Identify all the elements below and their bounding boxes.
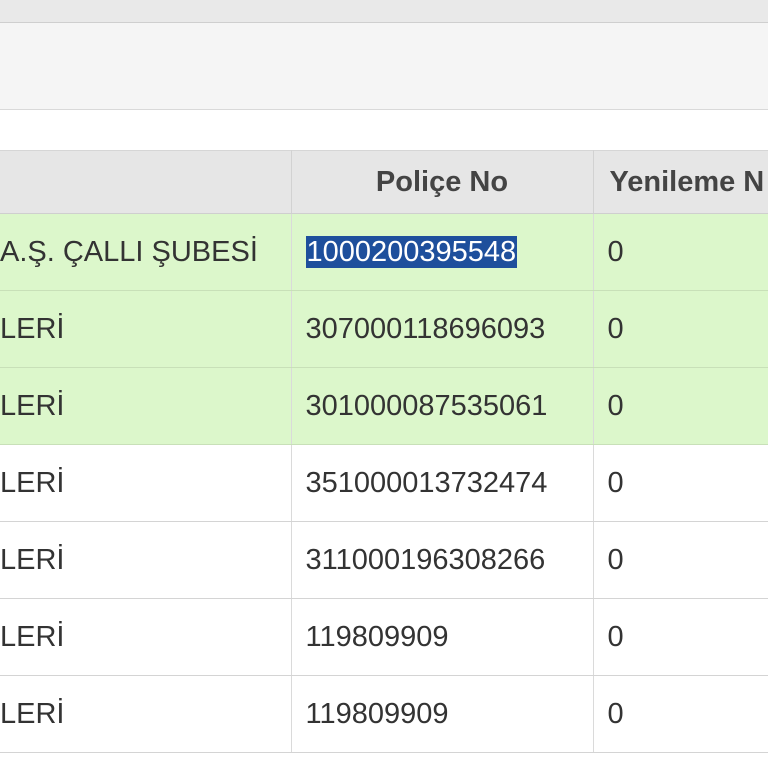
cell-yenileme[interactable]: 0 — [593, 367, 768, 445]
cell-name-text: ‎LERİ — [0, 620, 65, 653]
cell-name-text: ‎LERİ — [0, 389, 65, 422]
cell-name[interactable]: ‎LERİ — [0, 290, 292, 368]
cell-police-no[interactable]: 311000196308266 — [291, 521, 594, 599]
cell-yenileme-text: 0 — [607, 235, 624, 268]
cell-name-text: ‎LERİ — [0, 312, 65, 345]
column-header-police-no[interactable]: Poliçe No — [291, 150, 594, 214]
grid-top-spacer — [0, 110, 768, 150]
cell-yenileme-text: 0 — [607, 620, 624, 653]
cell-yenileme-text: 0 — [607, 389, 624, 422]
cell-police-no-text: 119809909 — [305, 697, 449, 730]
table-row[interactable]: ‎LERİ 307000118696093 0 — [0, 290, 768, 368]
cell-yenileme-text: 0 — [607, 543, 624, 576]
cell-police-no-text: 351000013732474 — [305, 466, 548, 499]
cell-police-no[interactable]: 119809909 — [291, 675, 594, 753]
policy-grid-page: Poliçe No Yenileme N ‎A.Ş. ÇALLI ŞUBESİ 1… — [0, 0, 768, 768]
column-header-yenileme[interactable]: Yenileme N — [593, 150, 768, 214]
cell-yenileme[interactable]: 0 — [593, 675, 768, 753]
table-row[interactable]: ‎LERİ 351000013732474 0 — [0, 444, 768, 522]
cell-name[interactable]: ‎LERİ — [0, 521, 292, 599]
cell-name[interactable]: ‎LERİ — [0, 367, 292, 445]
cell-yenileme-text: 0 — [607, 697, 624, 730]
cell-name-text: ‎LERİ — [0, 543, 65, 576]
cell-name[interactable]: ‎LERİ — [0, 444, 292, 522]
cell-yenileme[interactable]: 0 — [593, 213, 768, 291]
cell-police-no-text: 119809909 — [305, 620, 449, 653]
cell-name[interactable]: ‎LERİ — [0, 598, 292, 676]
cell-yenileme[interactable]: 0 — [593, 598, 768, 676]
filter-panel — [0, 23, 768, 110]
selected-police-no-text: 1000200395548 — [305, 235, 518, 268]
table-row[interactable]: ‎LERİ 119809909 0 — [0, 675, 768, 753]
cell-yenileme[interactable]: 0 — [593, 521, 768, 599]
cell-name-text: ‎LERİ — [0, 697, 65, 730]
cell-police-no[interactable]: 307000118696093 — [291, 290, 594, 368]
table-row[interactable]: ‎LERİ 301000087535061 0 — [0, 367, 768, 445]
cell-yenileme-text: 0 — [607, 466, 624, 499]
cell-police-no[interactable]: 301000087535061 — [291, 367, 594, 445]
cell-name[interactable]: ‎LERİ — [0, 675, 292, 753]
column-header-name[interactable] — [0, 150, 292, 214]
cell-yenileme[interactable]: 0 — [593, 444, 768, 522]
table-header-row: Poliçe No Yenileme N — [0, 150, 768, 214]
top-toolbar-strip — [0, 0, 768, 23]
cell-police-no[interactable]: 1000200395548 — [291, 213, 594, 291]
cell-name-text: ‎LERİ — [0, 466, 65, 499]
cell-police-no[interactable]: 119809909 — [291, 598, 594, 676]
cell-name-text: ‎A.Ş. ÇALLI ŞUBESİ — [0, 235, 258, 268]
cell-name[interactable]: ‎A.Ş. ÇALLI ŞUBESİ — [0, 213, 292, 291]
cell-yenileme[interactable]: 0 — [593, 290, 768, 368]
cell-police-no-text: 311000196308266 — [305, 543, 546, 576]
table-row[interactable]: ‎LERİ 311000196308266 0 — [0, 521, 768, 599]
cell-yenileme-text: 0 — [607, 312, 624, 345]
policy-table: Poliçe No Yenileme N ‎A.Ş. ÇALLI ŞUBESİ 1… — [0, 150, 768, 753]
table-row[interactable]: ‎A.Ş. ÇALLI ŞUBESİ 1000200395548 0 — [0, 213, 768, 291]
cell-police-no-text: 301000087535061 — [305, 389, 548, 422]
cell-police-no-text: 307000118696093 — [305, 312, 546, 345]
cell-police-no[interactable]: 351000013732474 — [291, 444, 594, 522]
table-row[interactable]: ‎LERİ 119809909 0 — [0, 598, 768, 676]
